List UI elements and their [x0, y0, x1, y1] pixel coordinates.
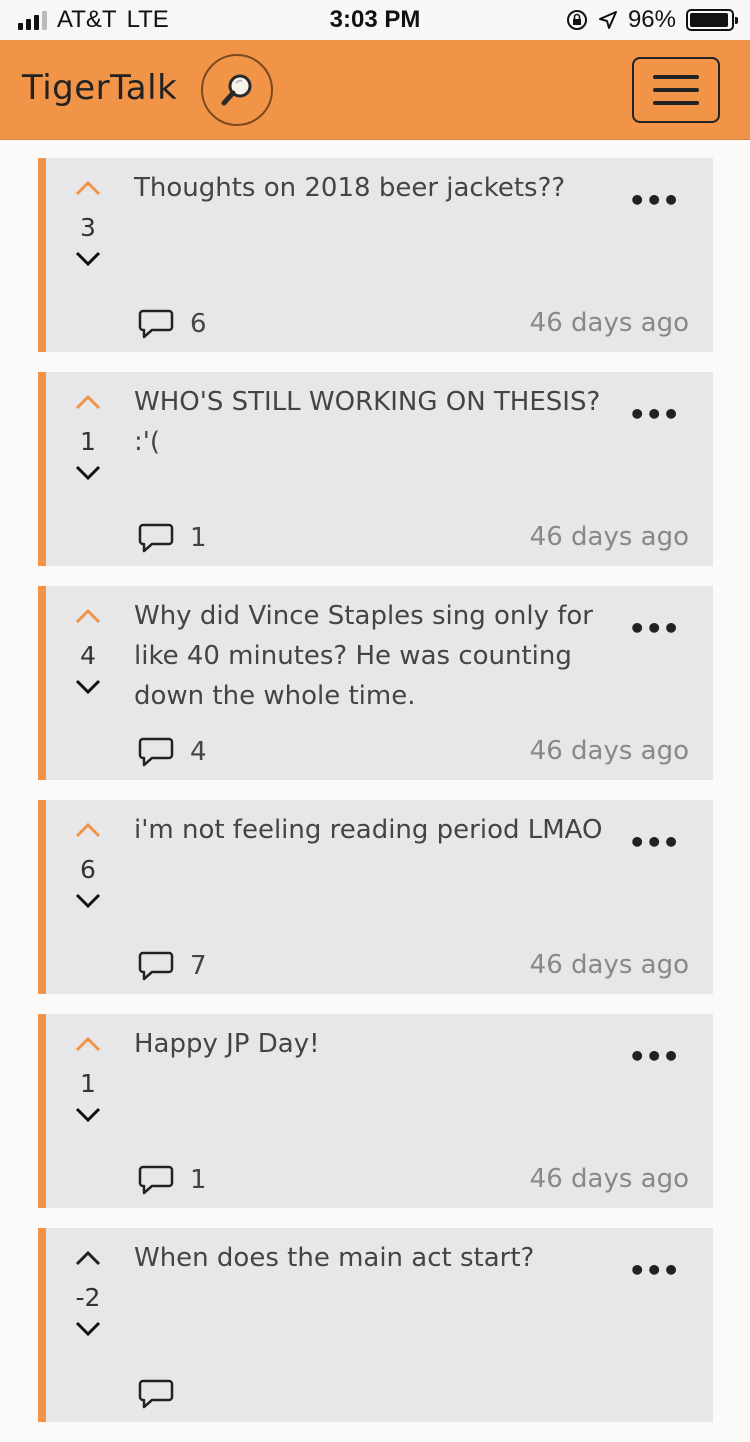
more-options-icon[interactable]: ••• — [628, 826, 680, 859]
post-age: 46 days ago — [529, 1164, 689, 1194]
vote-score: 1 — [80, 1069, 96, 1098]
chevron-up-icon — [75, 394, 101, 410]
post-text[interactable]: Thoughts on 2018 beer jackets?? — [134, 168, 624, 208]
upvote-button[interactable] — [70, 1034, 106, 1064]
post-text[interactable]: WHO'S STILL WORKING ON THESIS? :'( — [134, 382, 624, 462]
post-card[interactable]: 6 i'm not feeling reading period LMAO ••… — [38, 800, 713, 994]
comment-count: 1 — [190, 1165, 207, 1195]
post-card[interactable]: 1 Happy JP Day! ••• 1 46 days ago — [38, 1014, 713, 1208]
chevron-up-icon — [75, 180, 101, 196]
upvote-button[interactable] — [70, 392, 106, 422]
post-text[interactable]: i'm not feeling reading period LMAO — [134, 810, 624, 850]
rotation-lock-icon — [566, 10, 587, 30]
chevron-down-icon — [75, 465, 101, 481]
vote-score: 6 — [80, 855, 96, 884]
chevron-up-icon — [75, 822, 101, 838]
vote-control: 6 — [70, 820, 106, 920]
more-options-icon[interactable]: ••• — [628, 612, 680, 645]
downvote-button[interactable] — [70, 1318, 106, 1348]
battery-icon — [686, 9, 738, 31]
upvote-button[interactable] — [70, 178, 106, 208]
location-icon — [598, 11, 617, 29]
chevron-down-icon — [75, 893, 101, 909]
chevron-down-icon — [75, 251, 101, 267]
chevron-up-icon — [75, 608, 101, 624]
comment-icon — [138, 1379, 174, 1409]
hamburger-menu-button[interactable] — [632, 57, 720, 123]
post-text[interactable]: When does the main act start? — [134, 1238, 624, 1278]
comment-count: 7 — [190, 951, 207, 981]
post-text[interactable]: Why did Vince Staples sing only for like… — [134, 596, 624, 716]
chevron-up-icon — [75, 1036, 101, 1052]
comments-link[interactable]: 4 — [138, 736, 207, 768]
vote-control: 4 — [70, 606, 106, 706]
chevron-down-icon — [75, 1107, 101, 1123]
menu-bar-icon — [653, 101, 699, 105]
vote-score: 1 — [80, 427, 96, 456]
upvote-button[interactable] — [70, 1248, 106, 1278]
post-age: 46 days ago — [529, 736, 689, 766]
post-card[interactable]: 4 Why did Vince Staples sing only for li… — [38, 586, 713, 780]
post-feed: 3 Thoughts on 2018 beer jackets?? ••• 6 … — [38, 158, 713, 1442]
comment-count: 6 — [190, 309, 207, 339]
post-card[interactable]: 1 WHO'S STILL WORKING ON THESIS? :'( •••… — [38, 372, 713, 566]
vote-score: 4 — [80, 641, 96, 670]
vote-control: 1 — [70, 1034, 106, 1134]
menu-bar-icon — [653, 75, 699, 79]
brand-logo[interactable]: TigerTalk — [22, 68, 177, 108]
comments-link[interactable]: 7 — [138, 950, 207, 982]
upvote-button[interactable] — [70, 606, 106, 636]
comments-link[interactable]: 1 — [138, 1164, 207, 1196]
post-age: 46 days ago — [529, 950, 689, 980]
comments-link[interactable] — [138, 1378, 190, 1410]
search-icon — [221, 74, 252, 106]
vote-score: -2 — [75, 1283, 101, 1312]
more-options-icon[interactable]: ••• — [628, 398, 680, 431]
more-options-icon[interactable]: ••• — [628, 1040, 680, 1073]
status-bar: AT&T LTE 3:03 PM 96% — [0, 0, 750, 40]
post-card[interactable]: -2 When does the main act start? ••• — [38, 1228, 713, 1422]
comments-link[interactable]: 1 — [138, 522, 207, 554]
comment-icon — [138, 309, 174, 339]
comment-icon — [138, 737, 174, 767]
navbar: TigerTalk — [0, 40, 750, 140]
comments-link[interactable]: 6 — [138, 308, 207, 340]
search-button[interactable] — [201, 54, 273, 126]
downvote-button[interactable] — [70, 248, 106, 278]
vote-score: 3 — [80, 213, 96, 242]
status-right: 96% — [566, 6, 738, 34]
post-card[interactable]: 3 Thoughts on 2018 beer jackets?? ••• 6 … — [38, 158, 713, 352]
vote-control: 1 — [70, 392, 106, 492]
more-options-icon[interactable]: ••• — [628, 184, 680, 217]
chevron-down-icon — [75, 1321, 101, 1337]
comment-icon — [138, 951, 174, 981]
downvote-button[interactable] — [70, 676, 106, 706]
chevron-up-icon — [75, 1250, 101, 1266]
comment-icon — [138, 523, 174, 553]
post-age: 46 days ago — [529, 522, 689, 552]
menu-bar-icon — [653, 88, 699, 92]
vote-control: -2 — [70, 1248, 106, 1348]
comment-icon — [138, 1165, 174, 1195]
chevron-down-icon — [75, 679, 101, 695]
post-text[interactable]: Happy JP Day! — [134, 1024, 624, 1064]
downvote-button[interactable] — [70, 1104, 106, 1134]
downvote-button[interactable] — [70, 890, 106, 920]
downvote-button[interactable] — [70, 462, 106, 492]
vote-control: 3 — [70, 178, 106, 278]
more-options-icon[interactable]: ••• — [628, 1254, 680, 1287]
battery-percent: 96% — [627, 6, 676, 33]
comment-count: 1 — [190, 523, 207, 553]
comment-count: 4 — [190, 737, 207, 767]
post-age: 46 days ago — [529, 308, 689, 338]
upvote-button[interactable] — [70, 820, 106, 850]
